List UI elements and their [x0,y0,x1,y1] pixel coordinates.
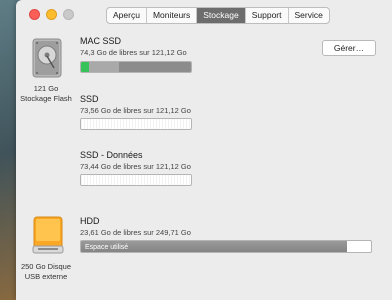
tab-stockage[interactable]: Stockage [197,8,246,23]
other-segment [119,62,191,72]
storage-bar-hdd: Espace utilisé [80,240,372,253]
internal-drive-label: 121 Go Stockage Flash [16,84,76,104]
hard-drive-icon [32,38,62,78]
volume-name-ssd-donnees: SSD - Données [80,150,143,160]
volume-name-ssd: SSD [80,94,99,104]
free-space-stripes [81,175,191,185]
volume-info-mac-ssd: 74,3 Go de libres sur 121,12 Go [80,48,187,57]
volume-info-ssd: 73,56 Go de libres sur 121,12 Go [80,106,191,115]
used-space-label: Espace utilisé [85,244,129,251]
internal-drive-size: 121 Go [33,84,59,93]
storage-bar-mac-ssd [80,61,192,73]
external-drive-label: 250 Go Disque USB externe [16,262,76,282]
external-drive-size: 250 Go Disque [20,262,72,271]
tab-apercu[interactable]: Aperçu [107,8,147,23]
tab-bar: Aperçu Moniteurs Stockage Support Servic… [106,7,330,24]
external-drive-type: USB externe [24,272,68,281]
zoom-window-button[interactable] [63,9,74,20]
usb-drive-icon [32,216,64,254]
tab-service[interactable]: Service [289,8,329,23]
storage-bar-ssd [80,118,192,130]
tab-support[interactable]: Support [246,8,289,23]
storage-bar-ssd-donnees [80,174,192,186]
manage-button[interactable]: Gérer… [322,40,376,56]
close-window-button[interactable] [29,9,40,20]
internal-drive-type: Stockage Flash [20,94,72,103]
about-this-mac-window: Aperçu Moniteurs Stockage Support Servic… [16,0,392,300]
free-space-stripes [81,119,191,129]
volume-name-hdd: HDD [80,216,100,226]
tab-moniteurs[interactable]: Moniteurs [147,8,198,23]
apps-segment [81,62,89,72]
minimize-window-button[interactable] [46,9,57,20]
system-segment [89,62,119,72]
volume-name-mac-ssd: MAC SSD [80,36,122,46]
volume-info-hdd: 23,61 Go de libres sur 249,71 Go [80,228,191,237]
volume-info-ssd-donnees: 73,44 Go de libres sur 121,12 Go [80,162,191,171]
